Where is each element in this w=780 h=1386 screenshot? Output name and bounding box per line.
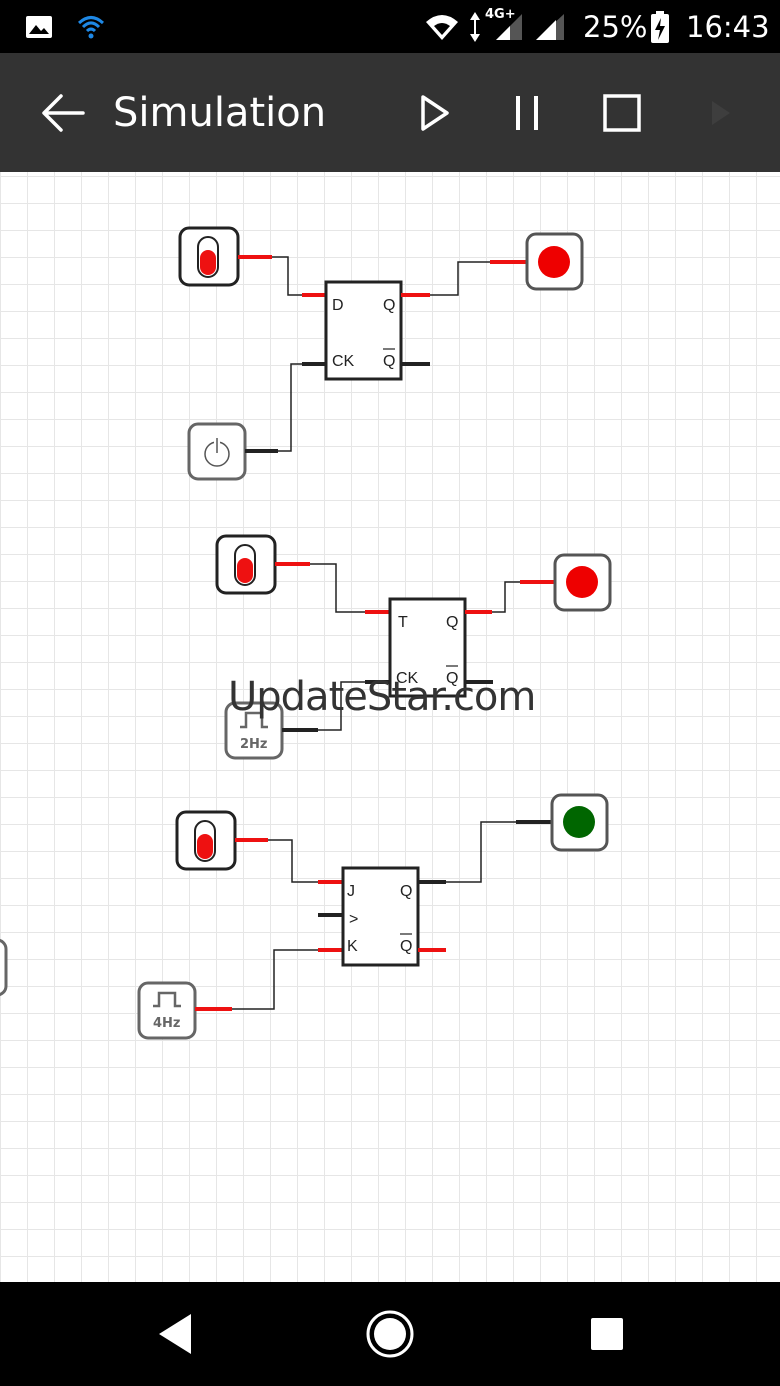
cell-signal-icon bbox=[494, 0, 524, 53]
pin-k-label: K bbox=[347, 938, 358, 955]
nav-back-button[interactable] bbox=[140, 1282, 210, 1386]
page-title: Simulation bbox=[113, 89, 327, 136]
pause-icon bbox=[516, 95, 538, 130]
battery-icon bbox=[650, 0, 670, 53]
pin-j-label: J bbox=[347, 883, 355, 900]
wifi-icon bbox=[77, 0, 105, 53]
nav-recents-icon bbox=[591, 1318, 623, 1350]
output-led bbox=[553, 553, 612, 612]
cell-signal-icon-2 bbox=[534, 0, 566, 53]
output-led bbox=[525, 232, 584, 291]
status-bar: 4G+ 25% 16:43 bbox=[0, 0, 780, 53]
nav-recents-button[interactable] bbox=[572, 1282, 642, 1386]
clock-source-4hz[interactable]: 4Hz bbox=[137, 981, 197, 1040]
pin-q-label: Q bbox=[400, 883, 412, 900]
wifi-signal-icon bbox=[424, 0, 460, 53]
nav-home-button[interactable] bbox=[355, 1282, 425, 1386]
nav-back-icon bbox=[159, 1314, 191, 1354]
step-button[interactable] bbox=[696, 53, 746, 172]
nav-bar bbox=[0, 1282, 780, 1386]
toggle-switch[interactable] bbox=[215, 534, 277, 595]
clock-time: 16:43 bbox=[686, 9, 770, 44]
data-arrows-icon bbox=[468, 0, 482, 53]
nav-home-icon bbox=[366, 1310, 414, 1358]
stop-button[interactable] bbox=[592, 53, 652, 172]
pin-q-label: Q bbox=[383, 297, 395, 314]
pin-clk-label: > bbox=[349, 911, 358, 928]
pin-t-label: T bbox=[398, 614, 408, 631]
pin-ck-label: CK bbox=[332, 353, 355, 370]
pin-qbar-label: Q bbox=[383, 353, 395, 370]
play-button[interactable] bbox=[405, 53, 465, 172]
d-flipflop-group[interactable]: D CK Q Q bbox=[178, 226, 584, 481]
pin-d-label: D bbox=[332, 297, 344, 314]
t-flipflop-group[interactable]: 2Hz T CK Q Q bbox=[215, 534, 612, 760]
back-button[interactable] bbox=[28, 53, 98, 172]
watermark: UpdateStar.com bbox=[228, 674, 536, 720]
stop-icon bbox=[603, 93, 641, 132]
output-led bbox=[550, 793, 609, 852]
clock-2hz-label: 2Hz bbox=[240, 737, 268, 752]
toggle-switch[interactable] bbox=[175, 810, 237, 871]
app-toolbar: Simulation bbox=[0, 53, 780, 172]
battery-percent: 25% bbox=[583, 9, 648, 44]
clock-4hz-label: 4Hz bbox=[153, 1016, 181, 1031]
toggle-switch[interactable] bbox=[178, 226, 240, 287]
jk-flipflop-group[interactable]: 4Hz J > K Q Q bbox=[137, 793, 609, 1040]
offscreen-component[interactable] bbox=[0, 938, 8, 997]
pin-qbar-label: Q bbox=[400, 938, 412, 955]
play-icon bbox=[421, 94, 449, 131]
circuit-canvas[interactable]: D CK Q Q 2Hz T CK Q Q 4Hz J > K Q Q bbox=[0, 172, 780, 1282]
push-button[interactable] bbox=[187, 422, 247, 481]
pin-q-label: Q bbox=[446, 614, 458, 631]
arrow-left-icon bbox=[42, 93, 85, 132]
pause-button[interactable] bbox=[497, 53, 557, 172]
gallery-icon bbox=[25, 0, 53, 53]
step-icon bbox=[712, 100, 730, 125]
